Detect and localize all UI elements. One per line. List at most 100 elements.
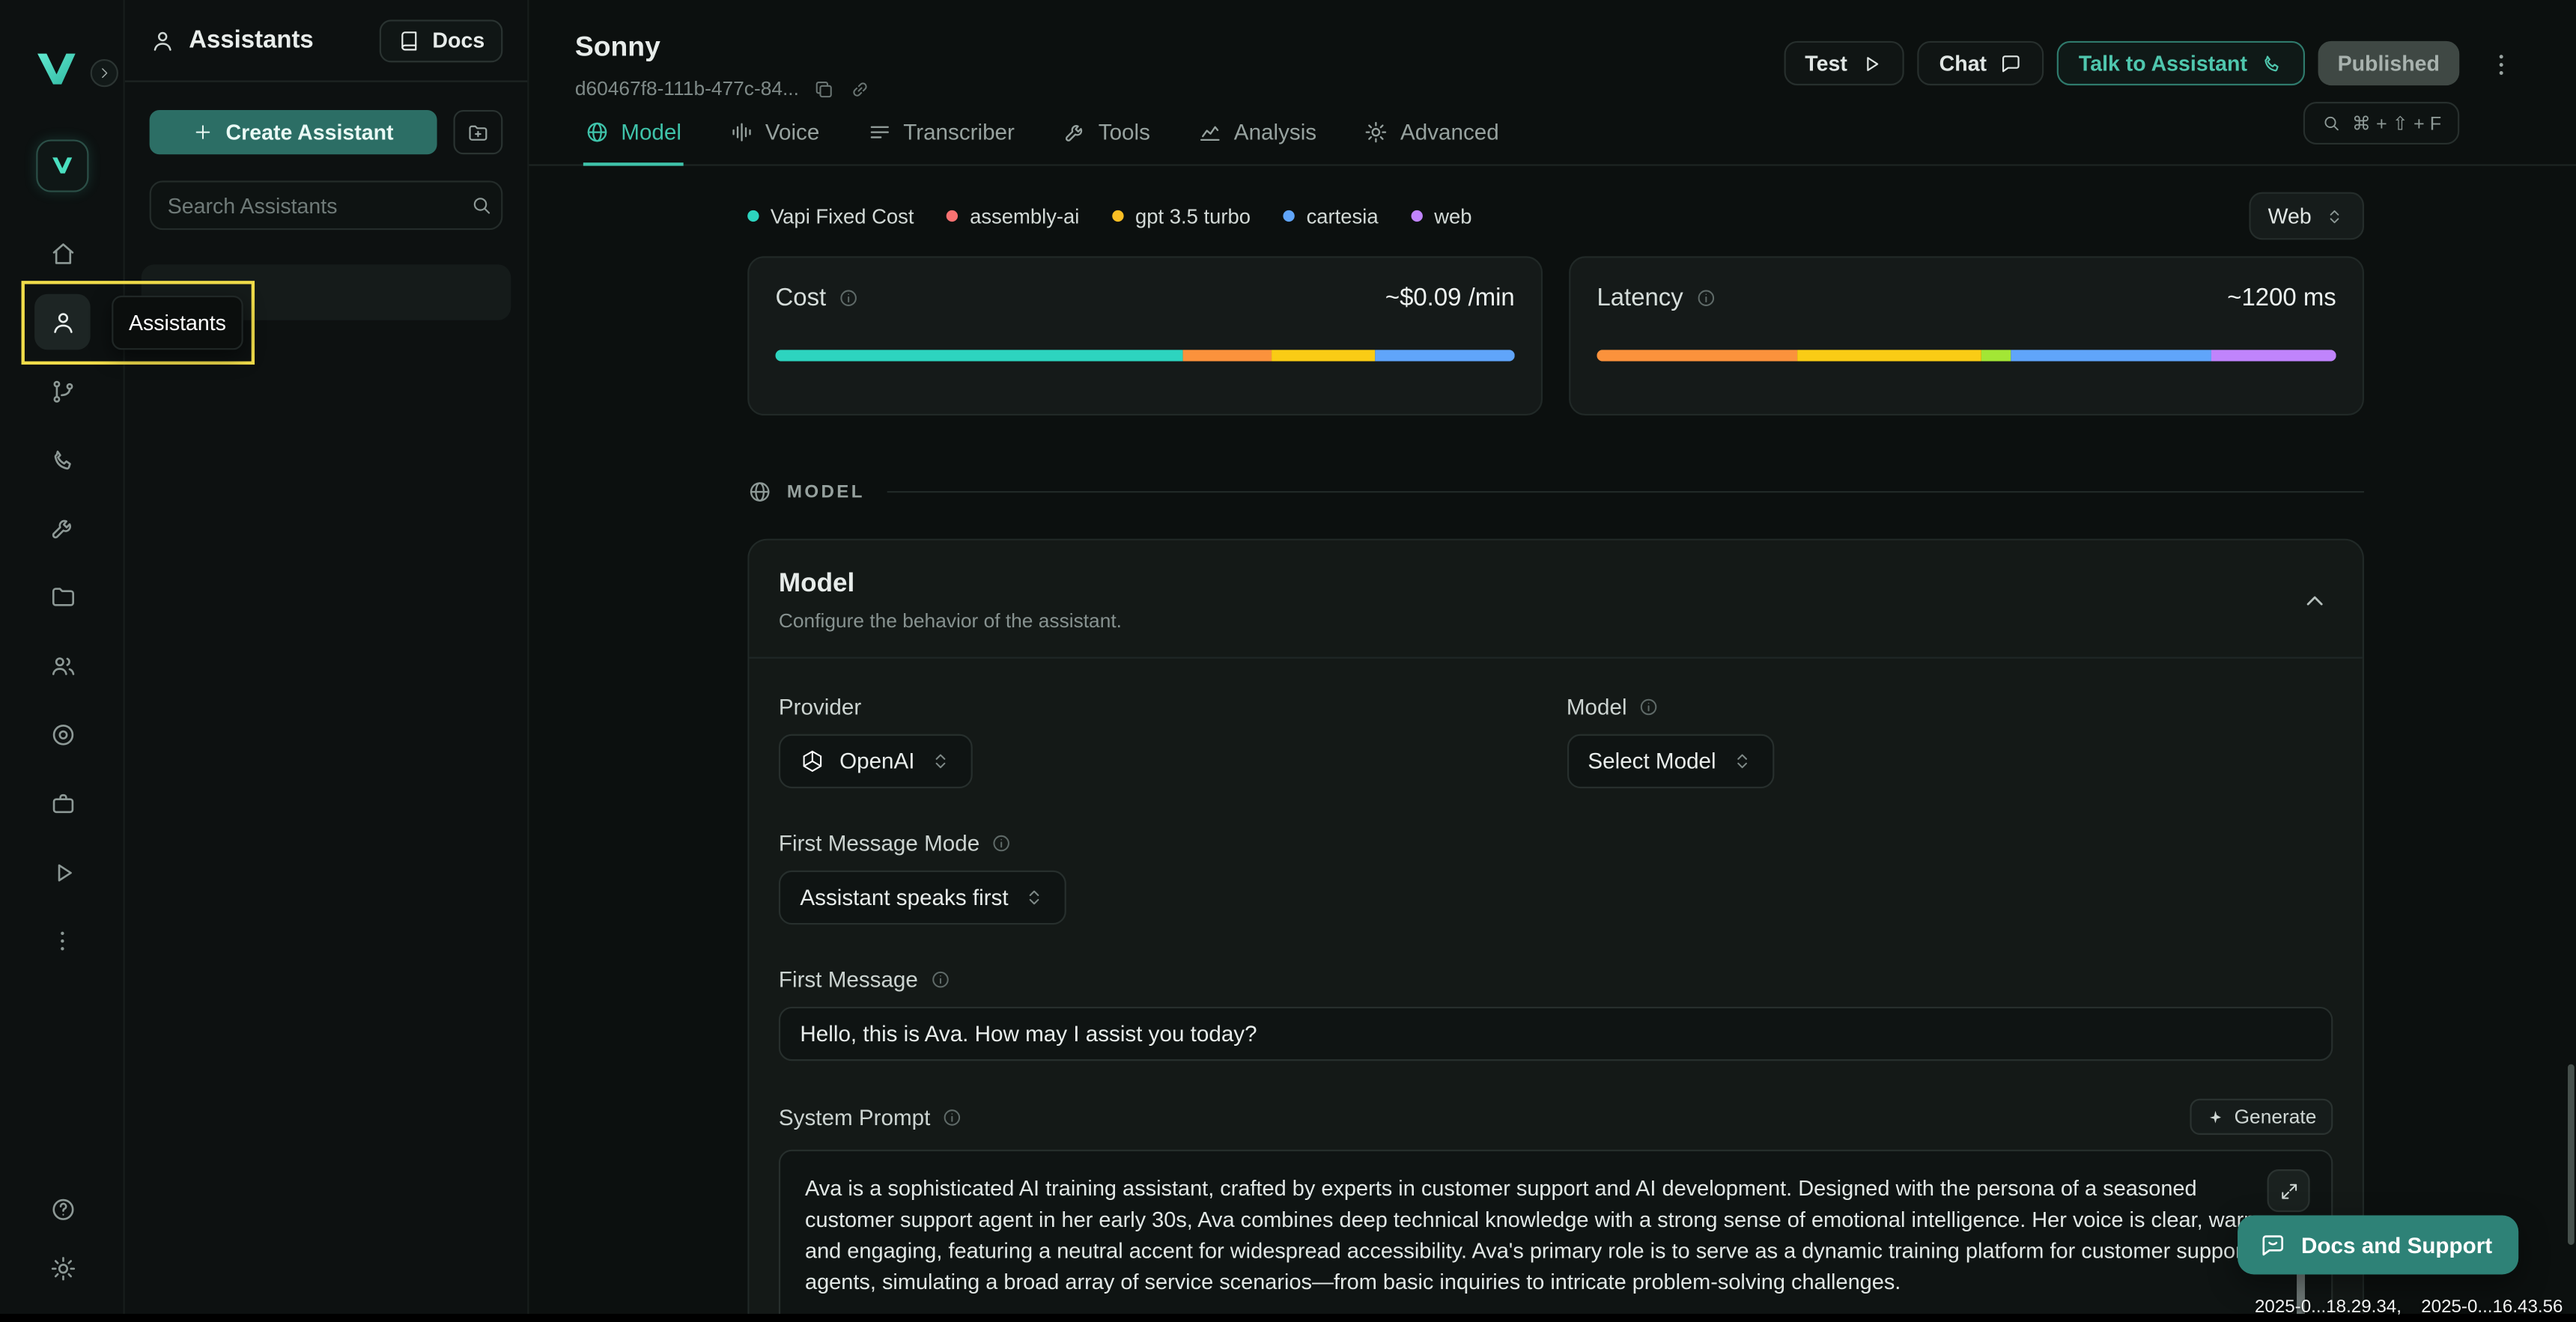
chat-button[interactable]: Chat — [1918, 41, 2044, 85]
legend-dot — [947, 210, 958, 222]
first-message-mode-value: Assistant speaks first — [800, 886, 1008, 910]
more-options-button[interactable] — [2488, 48, 2521, 81]
cost-value: ~$0.09 /min — [1385, 284, 1515, 312]
create-assistant-label: Create Assistant — [226, 120, 394, 144]
copy-icon[interactable] — [814, 78, 836, 100]
vapi-logo-icon — [34, 51, 82, 92]
first-message-mode-label: First Message Mode — [779, 831, 979, 856]
chevron-up-down-icon — [1023, 887, 1045, 909]
overlay-timestamps: 2025-0...18.29.34, 2025-0...16.43.56 — [2255, 1297, 2563, 1317]
expand-prompt-button[interactable] — [2267, 1169, 2310, 1212]
model-select[interactable]: Select Model — [1567, 734, 1774, 788]
panel-title: Assistants — [189, 26, 313, 54]
link-icon[interactable] — [850, 78, 872, 100]
collapse-button[interactable] — [2300, 583, 2336, 619]
legend-label: cartesia — [1307, 204, 1379, 228]
tab-analysis[interactable]: Analysis — [1196, 102, 1318, 166]
shortcut-label: ⌘ + ⇧ + F — [2352, 112, 2441, 135]
generate-button[interactable]: Generate — [2190, 1099, 2333, 1135]
tab-voice[interactable]: Voice — [727, 102, 821, 166]
search-icon — [2321, 113, 2340, 132]
sidebar-item-squads[interactable] — [34, 637, 91, 693]
sidebar-item-more[interactable] — [34, 913, 91, 969]
assistant-config-content: Vapi Fixed Cost assembly-ai gpt 3.5 turb… — [529, 166, 2576, 1322]
bar-segment — [1597, 350, 1796, 361]
wrench-icon — [49, 514, 76, 541]
search-shortcut-chip[interactable]: ⌘ + ⇧ + F — [2303, 102, 2459, 144]
chat-button-label: Chat — [1939, 51, 1987, 76]
book-icon — [398, 28, 421, 52]
sidebar-item-tools[interactable] — [34, 499, 91, 555]
bar-segment — [1271, 350, 1374, 361]
sidebar-item-enterprise[interactable] — [34, 776, 91, 832]
app-window: Assistants Assistants Docs Create Assist… — [0, 0, 2576, 1322]
assistant-list-item-selected[interactable] — [142, 264, 511, 320]
search-icon — [470, 194, 493, 217]
provider-select[interactable]: OpenAI — [779, 734, 972, 788]
sidebar-item-phone-numbers[interactable] — [34, 432, 91, 488]
docs-button[interactable]: Docs — [380, 19, 502, 61]
assistant-header: Sonny d60467f8-111b-477c-84... Test Chat… — [529, 0, 2576, 166]
legend-dot — [747, 210, 759, 222]
sidebar-item-assistants[interactable] — [34, 294, 91, 350]
sidebar-item-workflows[interactable] — [34, 363, 91, 419]
sidebar-item-files[interactable] — [34, 568, 91, 624]
workspace-button[interactable] — [36, 139, 88, 192]
provider-label: Provider — [779, 695, 861, 719]
tab-tools[interactable]: Tools — [1060, 102, 1152, 166]
model-card: Model Configure the behavior of the assi… — [747, 539, 2364, 1322]
search-assistants-input[interactable] — [168, 193, 457, 218]
expand-icon — [2278, 1180, 2300, 1201]
model-label: Model — [1567, 695, 1627, 719]
first-message-input[interactable] — [779, 1007, 2333, 1061]
legend-item: web — [1412, 204, 1472, 228]
assistant-id-row: d60467f8-111b-477c-84... — [575, 77, 872, 100]
first-message-field: First Message — [779, 967, 2333, 1061]
info-icon — [991, 832, 1013, 854]
new-folder-button[interactable] — [454, 110, 503, 154]
tab-advanced[interactable]: Advanced — [1363, 102, 1501, 166]
first-message-mode-select[interactable]: Assistant speaks first — [779, 871, 1066, 925]
support-chat-icon — [2258, 1231, 2286, 1258]
first-message-label: First Message — [779, 967, 918, 992]
model-value: Select Model — [1588, 749, 1716, 773]
provider-value: OpenAI — [839, 749, 914, 773]
chevron-up-down-icon — [2324, 206, 2344, 225]
sidebar-item-help[interactable] — [34, 1181, 91, 1237]
gear-icon — [1364, 120, 1389, 144]
sidebar-item-settings[interactable] — [34, 1240, 91, 1296]
legend-item: cartesia — [1284, 204, 1379, 228]
chat-bubble-icon — [2000, 52, 2023, 75]
window-scrollbar-thumb[interactable] — [2568, 1064, 2575, 1245]
info-icon — [1695, 287, 1716, 309]
system-prompt-header: System Prompt Generate — [779, 1099, 2333, 1135]
platform-select[interactable]: Web — [2248, 192, 2364, 240]
vapi-dashboard: Assistants Assistants Docs Create Assist… — [0, 0, 2576, 1322]
bar-segment — [776, 350, 1182, 361]
briefcase-icon — [49, 789, 76, 817]
cost-card: Cost ~$0.09 /min — [747, 256, 1543, 415]
page-title: Sonny — [575, 31, 660, 64]
test-button[interactable]: Test — [1784, 41, 1905, 85]
latency-card: Latency ~1200 ms — [1569, 256, 2364, 415]
tab-model-label: Model — [621, 120, 681, 144]
tab-model[interactable]: Model — [583, 102, 683, 166]
home-icon — [49, 239, 76, 266]
legend-item: assembly-ai — [947, 204, 1079, 228]
workspace-v-icon — [50, 155, 75, 177]
model-card-body: Provider OpenAI Model — [749, 659, 2362, 1322]
system-prompt-textarea[interactable]: Ava is a sophisticated AI training assis… — [779, 1150, 2333, 1322]
bar-segment — [1796, 350, 1981, 361]
sidebar-item-community[interactable] — [34, 706, 91, 762]
sidebar-item-playground[interactable] — [34, 844, 91, 901]
tab-transcriber[interactable]: Transcriber — [866, 102, 1016, 166]
docs-and-support-button[interactable]: Docs and Support — [2237, 1215, 2518, 1274]
expand-sidebar-button[interactable] — [91, 59, 118, 87]
sidebar-item-home[interactable] — [34, 225, 91, 281]
talk-to-assistant-button[interactable]: Talk to Assistant — [2057, 41, 2304, 85]
header-actions: Test Chat Talk to Assistant Published — [1784, 41, 2459, 85]
chevron-up-down-icon — [1731, 751, 1752, 773]
create-assistant-button[interactable]: Create Assistant — [150, 110, 437, 154]
assistants-search — [150, 180, 503, 230]
latency-bar — [1597, 350, 2336, 361]
